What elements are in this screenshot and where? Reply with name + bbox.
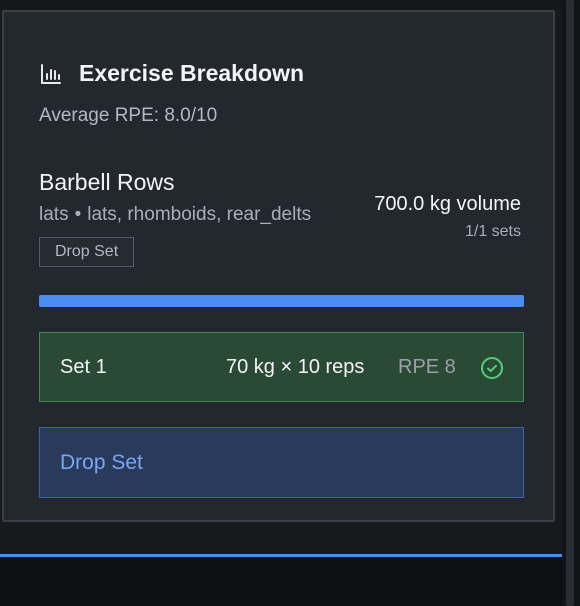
set-rpe: RPE 8 xyxy=(398,355,456,378)
primary-muscle: lats xyxy=(39,204,69,225)
bar-chart-icon xyxy=(41,63,61,84)
sets-progress-bar xyxy=(39,295,524,307)
drop-set-button[interactable]: Drop Set xyxy=(39,427,524,498)
card-title: Exercise Breakdown xyxy=(79,60,305,86)
check-circle-icon xyxy=(481,357,503,379)
exercise-breakdown-card: Exercise Breakdown Average RPE: 8.0/10 B… xyxy=(2,10,555,522)
exercise-name: Barbell Rows xyxy=(39,169,175,195)
average-rpe: Average RPE: 8.0/10 xyxy=(39,105,218,126)
secondary-muscles: lats, rhomboids, rear_delts xyxy=(87,204,312,225)
sets-progress-fill xyxy=(39,295,524,307)
scrollbar-track[interactable] xyxy=(566,0,574,606)
top-bar xyxy=(0,0,562,10)
exercise-volume: 700.0 kg volume xyxy=(374,193,521,215)
set-label: Set 1 xyxy=(60,355,107,378)
set-row[interactable]: Set 1 70 kg × 10 reps RPE 8 xyxy=(39,332,524,402)
set-weight-reps: 70 kg × 10 reps xyxy=(226,355,365,378)
separator: • xyxy=(74,204,82,225)
drop-set-tag: Drop Set xyxy=(39,237,135,267)
exercise-muscles: lats • lats, rhomboids, rear_delts xyxy=(39,204,311,226)
sets-count: 1/1 sets xyxy=(464,223,521,240)
bottom-panel xyxy=(0,557,562,606)
card-header: Exercise Breakdown xyxy=(39,60,304,87)
scrollbar[interactable] xyxy=(562,0,580,606)
